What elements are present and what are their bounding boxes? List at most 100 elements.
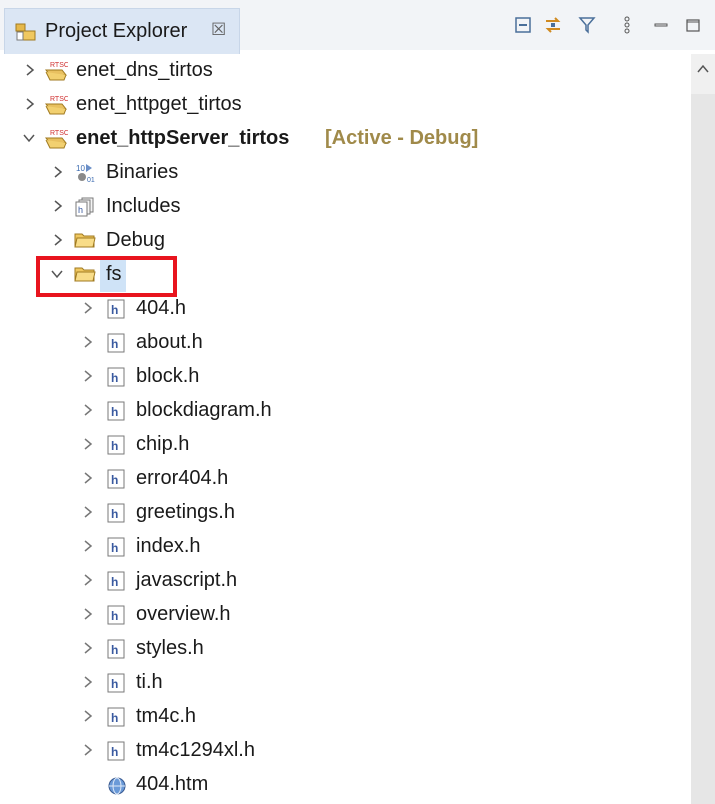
tree-item-label: block.h [136,365,200,387]
chevron-right-icon[interactable] [80,299,96,317]
tree-item-enet-dns-tirtos[interactable]: RTSC enet_dns_tirtos [0,54,690,88]
chevron-right-icon[interactable] [80,469,96,487]
tree-item-file[interactable]: h block.h [0,360,690,394]
chevron-right-icon[interactable] [80,401,96,419]
tree-item-file[interactable]: h styles.h [0,632,690,666]
tree-item-file[interactable]: h overview.h [0,598,690,632]
tree-item-label: styles.h [136,637,204,659]
chevron-right-icon[interactable] [80,537,96,555]
maximize-icon[interactable] [682,14,704,36]
active-configuration-badge: [Active - Debug] [325,127,479,149]
minimize-icon[interactable] [650,14,672,36]
scrollbar-thumb[interactable] [691,94,715,804]
chevron-right-icon[interactable] [80,503,96,521]
tree-item-label: 404.htm [136,773,209,795]
link-with-editor-icon[interactable] [542,14,564,36]
chevron-right-icon[interactable] [80,435,96,453]
svg-text:RTSC: RTSC [50,62,68,69]
svg-text:h: h [111,507,118,521]
svg-text:h: h [111,609,118,623]
tree-item-enet-httpget-tirtos[interactable]: RTSC enet_httpget_tirtos [0,88,690,122]
tree-item-file[interactable]: h 404.h [0,292,690,326]
tree-item-binaries[interactable]: 10 01 Binaries [0,156,690,190]
tree-item-file[interactable]: h javascript.h [0,564,690,598]
view-menu-icon[interactable] [616,14,638,36]
filter-icon[interactable] [576,14,598,36]
header-file-icon: h [106,638,128,660]
chevron-right-icon[interactable] [80,571,96,589]
header-file-icon: h [106,468,128,490]
tree-item-label: about.h [136,331,203,353]
vertical-scrollbar[interactable] [691,54,715,804]
project-icon: RTSC [44,94,69,116]
tree-item-enet-httpserver-tirtos[interactable]: RTSC enet_httpServer_tirtos [Active - De… [0,122,690,156]
svg-text:10: 10 [76,164,85,173]
tree-item-file[interactable]: 404.htm [0,768,690,802]
tree-item-file[interactable]: h greetings.h [0,496,690,530]
svg-text:h: h [111,371,118,385]
tree-item-label: ti.h [136,671,163,693]
tree-item-debug[interactable]: Debug [0,224,690,258]
header-file-icon: h [106,366,128,388]
svg-text:h: h [78,205,83,215]
header-file-icon: h [106,502,128,524]
chevron-right-icon[interactable] [80,333,96,351]
tree-item-includes[interactable]: h Includes [0,190,690,224]
tree-item-label: 404.h [136,297,187,319]
close-icon[interactable]: ☒ [211,20,226,40]
tree-item-file[interactable]: h about.h [0,326,690,360]
chevron-right-icon[interactable] [80,673,96,691]
header-file-icon: h [106,332,128,354]
scroll-up-arrow-icon[interactable] [696,62,710,80]
tree-item-label: error404.h [136,467,229,489]
folder-icon [74,230,96,252]
header-file-icon: h [106,298,128,320]
tree-item-label: Binaries [106,161,179,183]
tree-item-file[interactable]: h blockdiagram.h [0,394,690,428]
view-title: Project Explorer [45,20,188,42]
chevron-right-icon[interactable] [50,231,66,249]
view-header: Project Explorer ☒ [0,0,715,54]
chevron-right-icon[interactable] [80,367,96,385]
tree-item-label: overview.h [136,603,231,625]
svg-text:h: h [111,337,118,351]
chevron-right-icon[interactable] [22,95,38,113]
tree-item-label: enet_httpServer_tirtos [76,127,290,149]
svg-text:h: h [111,473,118,487]
tree-item-label: enet_httpget_tirtos [76,93,242,115]
chevron-down-icon[interactable] [20,129,36,147]
tree-item-file[interactable]: h tm4c1294xl.h [0,734,690,768]
project-tree[interactable]: RTSC enet_dns_tirtos RTSC enet_httpget_t… [0,54,690,804]
tree-item-label: Includes [106,195,181,217]
tree-item-file[interactable]: h index.h [0,530,690,564]
header-file-icon: h [106,740,128,762]
header-file-icon: h [106,400,128,422]
chevron-right-icon[interactable] [80,639,96,657]
tree-item-label: tm4c.h [136,705,197,727]
chevron-right-icon[interactable] [22,61,38,79]
tree-item-label: tm4c1294xl.h [136,739,255,761]
tab-project-explorer[interactable]: Project Explorer ☒ [4,8,240,54]
tree-item-file[interactable]: h chip.h [0,428,690,462]
collapse-all-icon[interactable] [512,14,534,36]
tree-item-label: enet_dns_tirtos [76,59,213,81]
tree-item-label: greetings.h [136,501,235,523]
chevron-right-icon[interactable] [50,197,66,215]
tree-item-file[interactable]: h ti.h [0,666,690,700]
chevron-right-icon[interactable] [80,707,96,725]
header-file-icon: h [106,604,128,626]
tree-item-file[interactable]: h tm4c.h [0,700,690,734]
tree-item-label: chip.h [136,433,190,455]
tree-item-file[interactable]: h error404.h [0,462,690,496]
includes-icon: h [74,196,96,218]
binaries-icon: 10 01 [74,162,96,184]
chevron-right-icon[interactable] [80,741,96,759]
tree-item-label: index.h [136,535,201,557]
project-explorer-icon [15,22,37,42]
chevron-right-icon[interactable] [80,605,96,623]
chevron-right-icon[interactable] [50,163,66,181]
header-file-icon: h [106,706,128,728]
header-file-icon: h [106,536,128,558]
svg-text:h: h [111,643,118,657]
header-file-icon: h [106,434,128,456]
